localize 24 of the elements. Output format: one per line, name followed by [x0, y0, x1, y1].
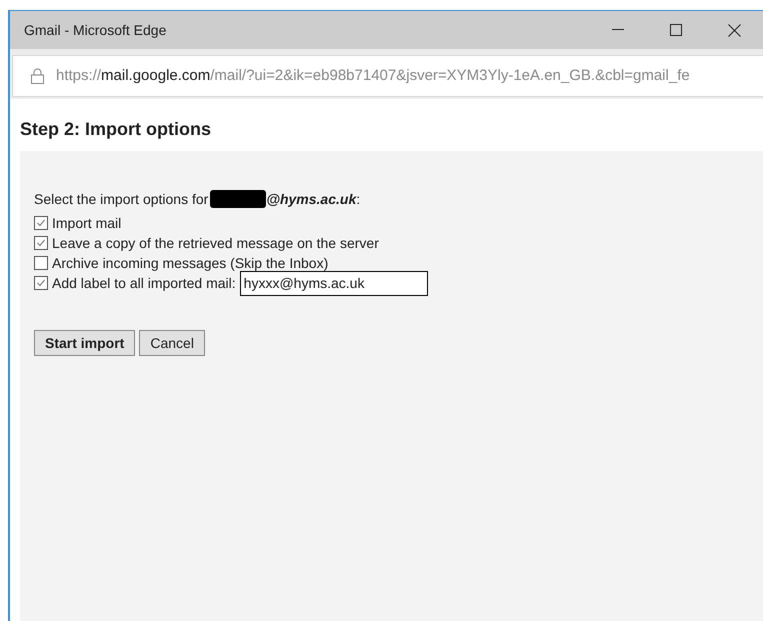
redaction-mark	[210, 190, 266, 208]
cancel-button[interactable]: Cancel	[139, 330, 205, 356]
intro-text: Select the import options for	[34, 190, 208, 209]
lock-icon	[31, 68, 44, 84]
url-text: https://mail.google.com/mail/?ui=2&ik=eb98b71407&jsver=XYM3Yly-1eA.en_GB.&cbl=gmail_fe	[56, 66, 690, 86]
window-title: Gmail - Microsoft Edge	[24, 20, 166, 40]
option-label: Import mail	[52, 214, 122, 233]
maximize-icon	[670, 24, 682, 36]
checkbox[interactable]	[34, 236, 48, 250]
close-icon	[728, 24, 740, 36]
checkbox[interactable]	[34, 256, 48, 270]
option-label: Add label to all imported mail:	[52, 274, 236, 293]
checkbox[interactable]	[34, 216, 48, 230]
option-label: Archive incoming messages (Skip the Inbox)	[52, 254, 328, 273]
check-icon	[36, 278, 46, 288]
checkbox[interactable]	[34, 276, 48, 290]
start-import-button[interactable]: Start import	[34, 330, 136, 356]
colon-text: :	[356, 190, 360, 206]
email-address: @hyms.ac.uk	[266, 190, 356, 209]
option-label: Leave a copy of the retrieved message on the server	[52, 234, 379, 253]
label-input[interactable]: hyxxx@hyms.ac.uk	[240, 270, 428, 296]
address-bar[interactable]: https://mail.google.com/mail/?ui=2&ik=eb98b71407&jsver=XYM3Yly-1eA.en_GB.&cbl=gmail_fe	[12, 55, 763, 97]
page-heading: Step 2: Import options	[20, 118, 212, 141]
minimize-icon	[612, 29, 624, 31]
